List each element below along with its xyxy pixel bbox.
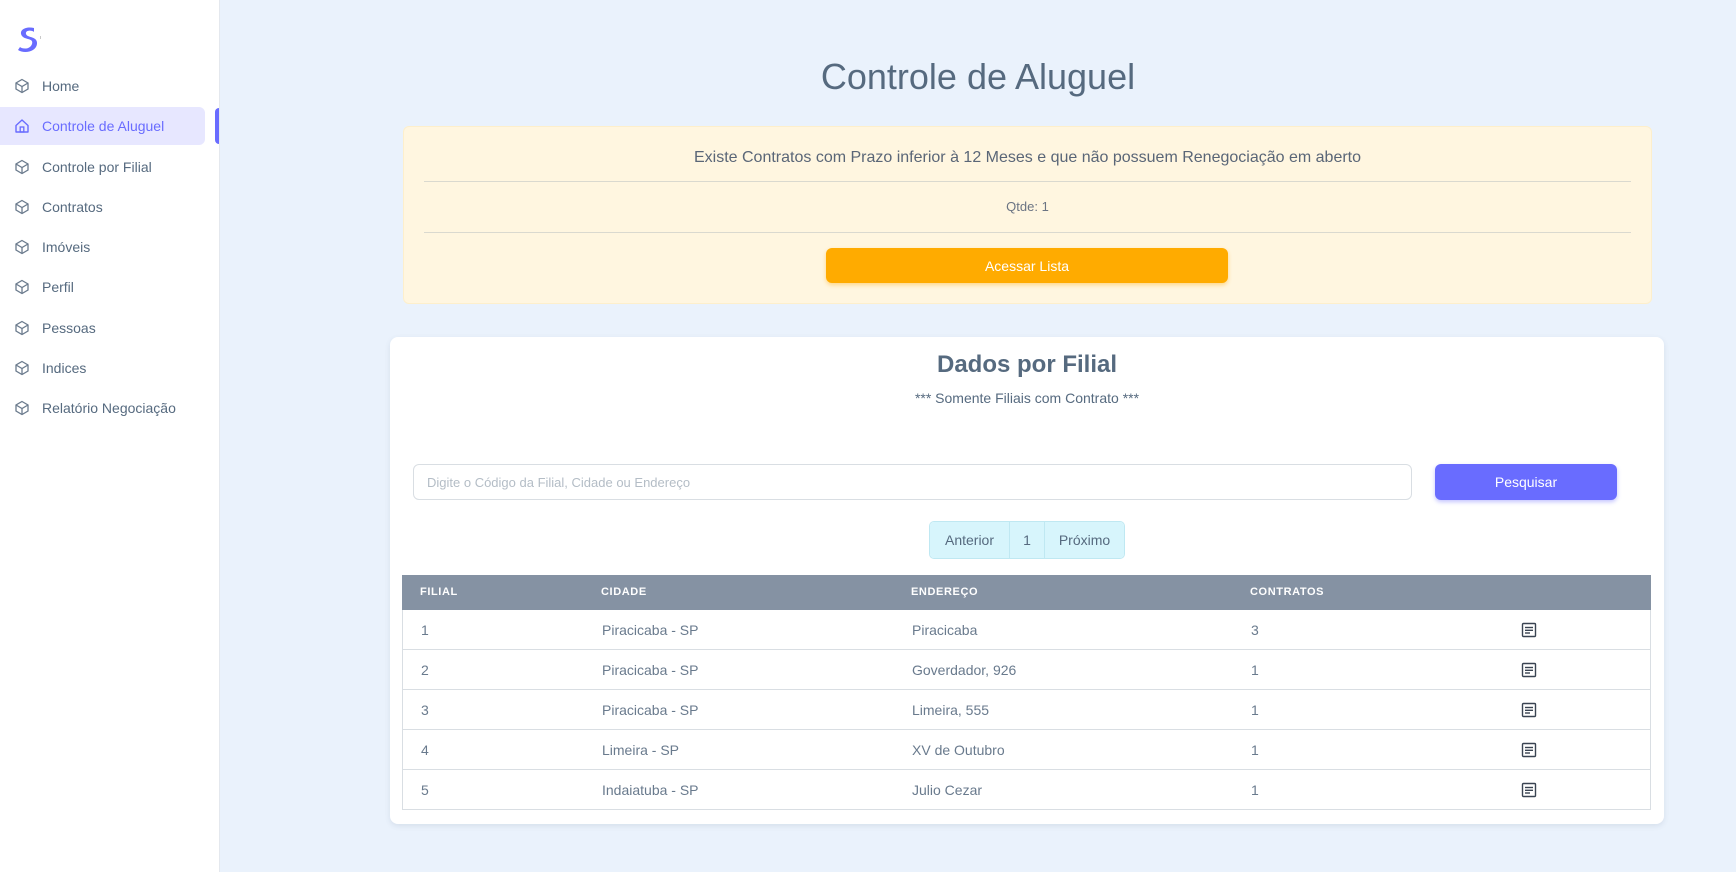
cell-cidade: Piracicaba - SP <box>602 662 699 678</box>
active-indicator <box>215 108 219 144</box>
cube-icon <box>14 400 30 416</box>
sidebar-item-contratos[interactable]: Contratos <box>0 188 205 226</box>
cell-cidade: Limeira - SP <box>602 742 680 758</box>
warning-alert: Existe Contratos com Prazo inferior à 12… <box>403 126 1652 304</box>
sidebar-item-label: Indices <box>42 360 87 377</box>
cell-contratos: 1 <box>1251 782 1259 798</box>
pagination-page-1[interactable]: 1 <box>1010 522 1045 558</box>
cell-contratos: 3 <box>1251 622 1259 638</box>
cell-endereco: Limeira, 555 <box>912 702 990 718</box>
table-header: FILIAL CIDADE ENDEREÇO CONTRATOS <box>402 575 1651 610</box>
cell-filial: 2 <box>421 662 429 678</box>
sidebar-nav: Home Controle de Aluguel Controle por Fi… <box>0 67 220 430</box>
table-row: 4 Limeira - SP XV de Outubro 1 <box>402 730 1651 770</box>
pagination: Anterior 1 Próximo <box>929 521 1125 559</box>
cube-icon <box>14 320 30 336</box>
alert-message: Existe Contratos com Prazo inferior à 12… <box>693 149 1362 166</box>
cube-icon <box>14 199 30 215</box>
sidebar-item-label: Controle de Aluguel <box>42 118 165 135</box>
sidebar-item-home[interactable]: Home <box>0 67 205 105</box>
cell-cidade: Indaiatuba - SP <box>602 782 699 798</box>
cell-contratos: 1 <box>1251 742 1259 758</box>
sidebar-item-label: Contratos <box>42 198 103 215</box>
pagination-prev-button[interactable]: Anterior <box>930 522 1010 558</box>
table-row: 2 Piracicaba - SP Goverdador, 926 1 <box>402 650 1651 690</box>
document-icon[interactable] <box>1521 702 1537 718</box>
page-title: Controle de Aluguel <box>820 56 1136 97</box>
cell-endereco: Piracicaba <box>912 622 978 638</box>
sidebar: Home Controle de Aluguel Controle por Fi… <box>0 0 220 872</box>
divider <box>424 232 1631 233</box>
document-icon[interactable] <box>1521 782 1537 798</box>
card-subtitle: *** Somente Filiais com Contrato *** <box>914 390 1140 406</box>
cell-filial: 5 <box>421 782 429 798</box>
cell-endereco: Goverdador, 926 <box>912 662 1017 678</box>
cell-filial: 4 <box>421 742 429 758</box>
cell-filial: 1 <box>421 622 429 638</box>
house-icon <box>14 118 30 134</box>
document-icon[interactable] <box>1521 742 1537 758</box>
sidebar-item-controle-por-filial[interactable]: Controle por Filial <box>0 148 205 186</box>
column-header-contratos[interactable]: CONTRATOS <box>1250 586 1324 598</box>
cube-icon <box>14 159 30 175</box>
cube-icon <box>14 279 30 295</box>
pesquisar-button[interactable]: Pesquisar <box>1435 464 1617 500</box>
sidebar-item-controle-de-aluguel[interactable]: Controle de Aluguel <box>0 107 205 146</box>
cell-cidade: Piracicaba - SP <box>602 622 699 638</box>
column-header-cidade[interactable]: CIDADE <box>601 586 647 598</box>
cell-contratos: 1 <box>1251 702 1259 718</box>
alert-count: Qtde: 1 <box>1006 199 1049 214</box>
column-header-filial[interactable]: FILIAL <box>420 586 458 598</box>
cell-filial: 3 <box>421 702 429 718</box>
acessar-lista-button[interactable]: Acessar Lista <box>826 248 1228 283</box>
sidebar-item-label: Perfil <box>42 279 74 296</box>
table-body: 1 Piracicaba - SP Piracicaba 3 2 Piracic… <box>402 610 1651 810</box>
cube-icon <box>14 78 30 94</box>
logo-text-fragment <box>40 36 41 39</box>
sidebar-item-label: Home <box>42 78 80 94</box>
cell-cidade: Piracicaba - SP <box>602 702 699 718</box>
sidebar-item-perfil[interactable]: Perfil <box>0 268 205 306</box>
sidebar-item-pessoas[interactable]: Pessoas <box>0 309 205 347</box>
cube-icon <box>14 239 30 255</box>
pagination-next-button[interactable]: Próximo <box>1045 522 1124 558</box>
divider <box>424 181 1631 182</box>
sidebar-item-imoveis[interactable]: Imóveis <box>0 228 205 266</box>
table-row: 1 Piracicaba - SP Piracicaba 3 <box>402 610 1651 650</box>
card-title: Dados por Filial <box>936 351 1118 378</box>
search-input[interactable] <box>413 464 1412 500</box>
cell-endereco: Julio Cezar <box>912 782 983 798</box>
sidebar-item-relatorio-negociacao[interactable]: Relatório Negociação <box>0 389 205 427</box>
sidebar-item-label: Controle por Filial <box>42 158 152 175</box>
sidebar-item-indices[interactable]: Indices <box>0 349 205 387</box>
document-icon[interactable] <box>1521 622 1537 638</box>
column-header-endereco[interactable]: ENDEREÇO <box>911 586 978 598</box>
main-content: Controle de Aluguel Existe Contratos com… <box>220 0 1736 872</box>
cell-contratos: 1 <box>1251 662 1259 678</box>
sidebar-item-label: Relatório Negociação <box>42 400 176 417</box>
cube-icon <box>14 360 30 376</box>
sidebar-item-label: Pessoas <box>42 319 96 336</box>
dados-por-filial-card: Dados por Filial *** Somente Filiais com… <box>390 337 1664 824</box>
cell-endereco: XV de Outubro <box>912 742 1005 758</box>
sidebar-item-label: Imóveis <box>42 239 91 256</box>
document-icon[interactable] <box>1521 662 1537 678</box>
table-row: 3 Piracicaba - SP Limeira, 555 1 <box>402 690 1651 730</box>
table-row: 5 Indaiatuba - SP Julio Cezar 1 <box>402 770 1651 810</box>
